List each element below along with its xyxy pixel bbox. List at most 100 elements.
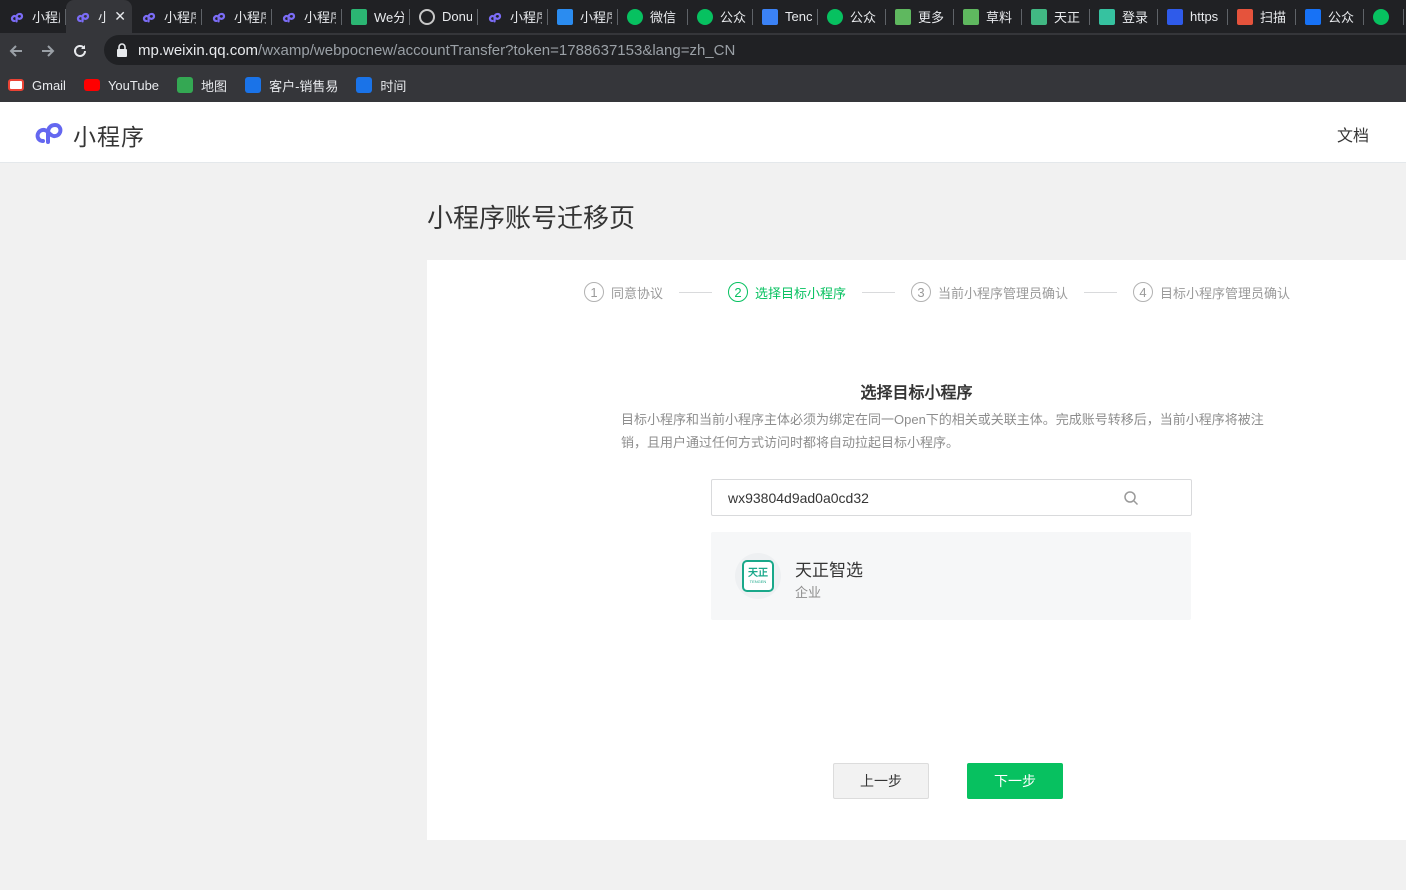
browser-tab[interactable]: 小程序: [478, 0, 548, 33]
step-2: 2 选择目标小程序: [728, 282, 846, 302]
browser-tab[interactable]: Donu: [410, 0, 478, 33]
step-number: 3: [911, 282, 932, 302]
browser-tab[interactable]: 小程序: [548, 0, 618, 33]
back-icon[interactable]: [0, 35, 32, 67]
step-connector: [862, 291, 896, 293]
step-3: 3 当前小程序管理员确认: [911, 282, 1068, 302]
browser-tab[interactable]: 小程序: [132, 0, 202, 33]
close-tab-icon[interactable]: ✕: [114, 8, 126, 25]
step-connector: [1084, 291, 1118, 293]
browser-tab[interactable]: Tenc: [753, 0, 818, 33]
step-label: 同意协议: [611, 285, 664, 301]
browser-tab[interactable]: 公众: [818, 0, 886, 33]
appid-search-input[interactable]: [728, 489, 1128, 506]
browser-tab-label: 公众: [1328, 10, 1355, 25]
step-number: 4: [1133, 282, 1154, 302]
transfer-card: 1 同意协议 2 选择目标小程序 3 当前小程序管理员确认 4 目标小程序管理员确认 选择目标…: [427, 260, 1406, 840]
bookmarks-bar: Gmail YouTube 地图 客户-销售易 时间: [0, 68, 1406, 102]
qr-icon: [895, 8, 911, 25]
browser-tab-label: 登录: [1122, 10, 1149, 25]
browser-tab-label: 小程序: [32, 10, 60, 25]
step-number: 2: [728, 282, 749, 302]
browser-tab[interactable]: 小 ✕: [66, 0, 132, 33]
bars-icon: [351, 8, 367, 25]
reload-icon[interactable]: [64, 35, 96, 67]
browser-toolbar: mp.weixin.qq.com/wxamp/webpocnew/account…: [0, 33, 1406, 68]
lock-icon: [116, 43, 128, 57]
browser-tab-label: 天正: [1054, 10, 1081, 25]
logo-text: 小程序: [73, 123, 145, 150]
result-type: 企业: [795, 585, 822, 600]
browser-tab[interactable]: 更多: [886, 0, 954, 33]
step-4: 4 目标小程序管理员确认: [1133, 282, 1290, 302]
wechat-icon: [827, 8, 843, 25]
bookmark-label: Gmail: [32, 77, 66, 93]
miniprogram-icon: [487, 9, 503, 25]
browser-tab-label: 更多: [918, 10, 945, 25]
browser-tab-label: 小程序: [580, 10, 612, 25]
wechat-icon: [697, 8, 713, 25]
browser-tab[interactable]: 小程序: [202, 0, 272, 33]
bookmark-item[interactable]: Gmail: [8, 78, 66, 93]
browser-tab-label: 扫描: [1260, 10, 1287, 25]
browser-tab[interactable]: 草料: [954, 0, 1022, 33]
result-name: 天正智选: [795, 561, 863, 580]
globe-icon: [419, 8, 435, 25]
browser-tab-label: 小: [98, 10, 107, 25]
bookmark-label: 客户-销售易: [269, 78, 339, 94]
prev-step-button[interactable]: 上一步: [833, 763, 929, 799]
qr-icon: [963, 8, 979, 25]
wechat-icon: [1373, 8, 1389, 25]
browser-tab[interactable]: [1364, 0, 1404, 33]
page-title: 小程序账号迁移页: [427, 203, 636, 233]
dots-icon: [1099, 8, 1115, 25]
browser-tab-label: We分: [374, 10, 404, 25]
step-indicator: 1 同意协议 2 选择目标小程序 3 当前小程序管理员确认 4 目标小程序管理员确认: [584, 282, 1290, 302]
browser-tab[interactable]: 扫描: [1228, 0, 1296, 33]
step-label: 选择目标小程序: [755, 285, 847, 301]
browser-tab-label: 小程序: [234, 10, 266, 25]
browser-tab[interactable]: 小程序: [272, 0, 342, 33]
search-result-item[interactable]: 天正 TENGEN 天正智选 企业: [711, 532, 1191, 620]
browser-tab-label: 小程序: [304, 10, 336, 25]
browser-tab[interactable]: 公众: [688, 0, 753, 33]
miniprogram-icon: [211, 9, 227, 25]
gmail-icon: [8, 79, 24, 91]
bookmark-item[interactable]: 客户-销售易: [245, 76, 338, 95]
address-bar[interactable]: mp.weixin.qq.com/wxamp/webpocnew/account…: [104, 35, 1406, 65]
browser-tab[interactable]: https: [1158, 0, 1228, 33]
browser-tab-label: 小程序: [164, 10, 196, 25]
doc-link[interactable]: 文档: [1337, 122, 1369, 146]
bookmark-label: YouTube: [107, 77, 160, 93]
forward-icon[interactable]: [32, 35, 64, 67]
avatar-sub: TENGEN: [749, 578, 767, 584]
browser-tab[interactable]: 登录: [1090, 0, 1158, 33]
browser-tab-label: 公众: [720, 10, 747, 25]
miniprogram-logo-icon: [33, 117, 65, 152]
bookmark-item[interactable]: 时间: [356, 76, 406, 95]
bookmark-item[interactable]: YouTube: [83, 77, 160, 93]
section-description: 目标小程序和当前小程序主体必须为绑定在同一Open下的相关或关联主体。完成账号转…: [621, 412, 1264, 450]
url-path: /wxamp/webpocnew/accountTransfer?token=1…: [258, 41, 736, 59]
site-logo[interactable]: 小程序: [33, 117, 145, 152]
browser-tab-label: 公众: [850, 10, 877, 25]
section-title: 选择目标小程序: [860, 385, 973, 402]
bookmark-item[interactable]: 地图: [177, 76, 227, 95]
browser-tab-label: https: [1190, 9, 1219, 24]
step-connector: [679, 291, 713, 293]
browser-tab[interactable]: We分: [342, 0, 410, 33]
browser-tab-label: Tenc: [785, 9, 812, 24]
grid-icon: [557, 8, 573, 25]
next-step-button[interactable]: 下一步: [967, 763, 1063, 799]
browser-tab[interactable]: 微信: [618, 0, 688, 33]
browser-tab[interactable]: 天正: [1022, 0, 1090, 33]
browser-tab[interactable]: 公众: [1296, 0, 1364, 33]
search-icon[interactable]: [1123, 490, 1139, 506]
miniprogram-icon: [75, 9, 91, 25]
bookmark-label: 地图: [201, 78, 228, 94]
step-label: 当前小程序管理员确认: [938, 285, 1069, 301]
bookmark-label: 时间: [380, 78, 407, 94]
miniprogram-icon: [9, 9, 25, 25]
step-1: 1 同意协议: [584, 282, 663, 302]
browser-tab[interactable]: 小程序: [0, 0, 66, 33]
